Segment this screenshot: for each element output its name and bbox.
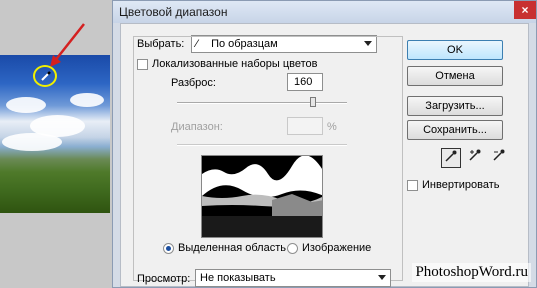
eyedropper-icon [445,150,457,162]
eyedropper-plus-icon [469,149,481,161]
chevron-down-icon [378,275,386,280]
localized-clusters-checkbox[interactable] [137,59,148,70]
preview-label: Просмотр: [137,273,191,285]
close-icon[interactable]: × [514,1,536,19]
dialog-title: Цветовой диапазон [113,1,536,23]
invert-label: Инвертировать [422,179,500,191]
selection-radio-label: Выделенная область [178,242,286,254]
watermark: PhotoshopWord.ru [412,263,531,282]
dialog-body: Выбрать: ⁄ По образцам Локализованные на… [120,23,529,287]
range-unit: % [327,121,337,133]
canvas-background-bottom [0,213,110,288]
image-radio-label: Изображение [302,242,372,254]
eyedropper-cursor-icon [41,71,51,81]
selection-radio[interactable] [163,243,174,254]
fuzziness-slider[interactable] [177,102,347,104]
eyedropper-tool[interactable] [441,148,461,168]
load-button[interactable]: Загрузить... [407,96,503,116]
range-label: Диапазон: [171,121,223,133]
color-range-dialog: Цветовой диапазон × Выбрать: ⁄ По образц… [112,0,537,288]
eyedropper-plus-tool[interactable] [465,148,485,168]
invert-checkbox[interactable] [407,180,418,191]
eyedropper-minus-tool[interactable] [489,148,509,168]
range-slider [177,144,347,146]
save-button[interactable]: Сохранить... [407,120,503,140]
eyedropper-minus-icon [493,149,505,161]
selection-preview [201,155,323,238]
preview-value: Не показывать [200,272,276,284]
localized-clusters-label: Локализованные наборы цветов [152,58,318,70]
ok-button[interactable]: OK [407,40,503,60]
annotation-arrow [50,23,85,67]
fuzziness-slider-thumb[interactable] [310,97,316,107]
fuzziness-label: Разброс: [171,77,216,89]
cancel-button[interactable]: Отмена [407,66,503,86]
fuzziness-input[interactable]: 160 [287,73,323,91]
range-input [287,117,323,135]
preview-mask [202,156,322,237]
preview-dropdown[interactable]: Не показывать [195,269,391,287]
image-radio[interactable] [287,243,298,254]
